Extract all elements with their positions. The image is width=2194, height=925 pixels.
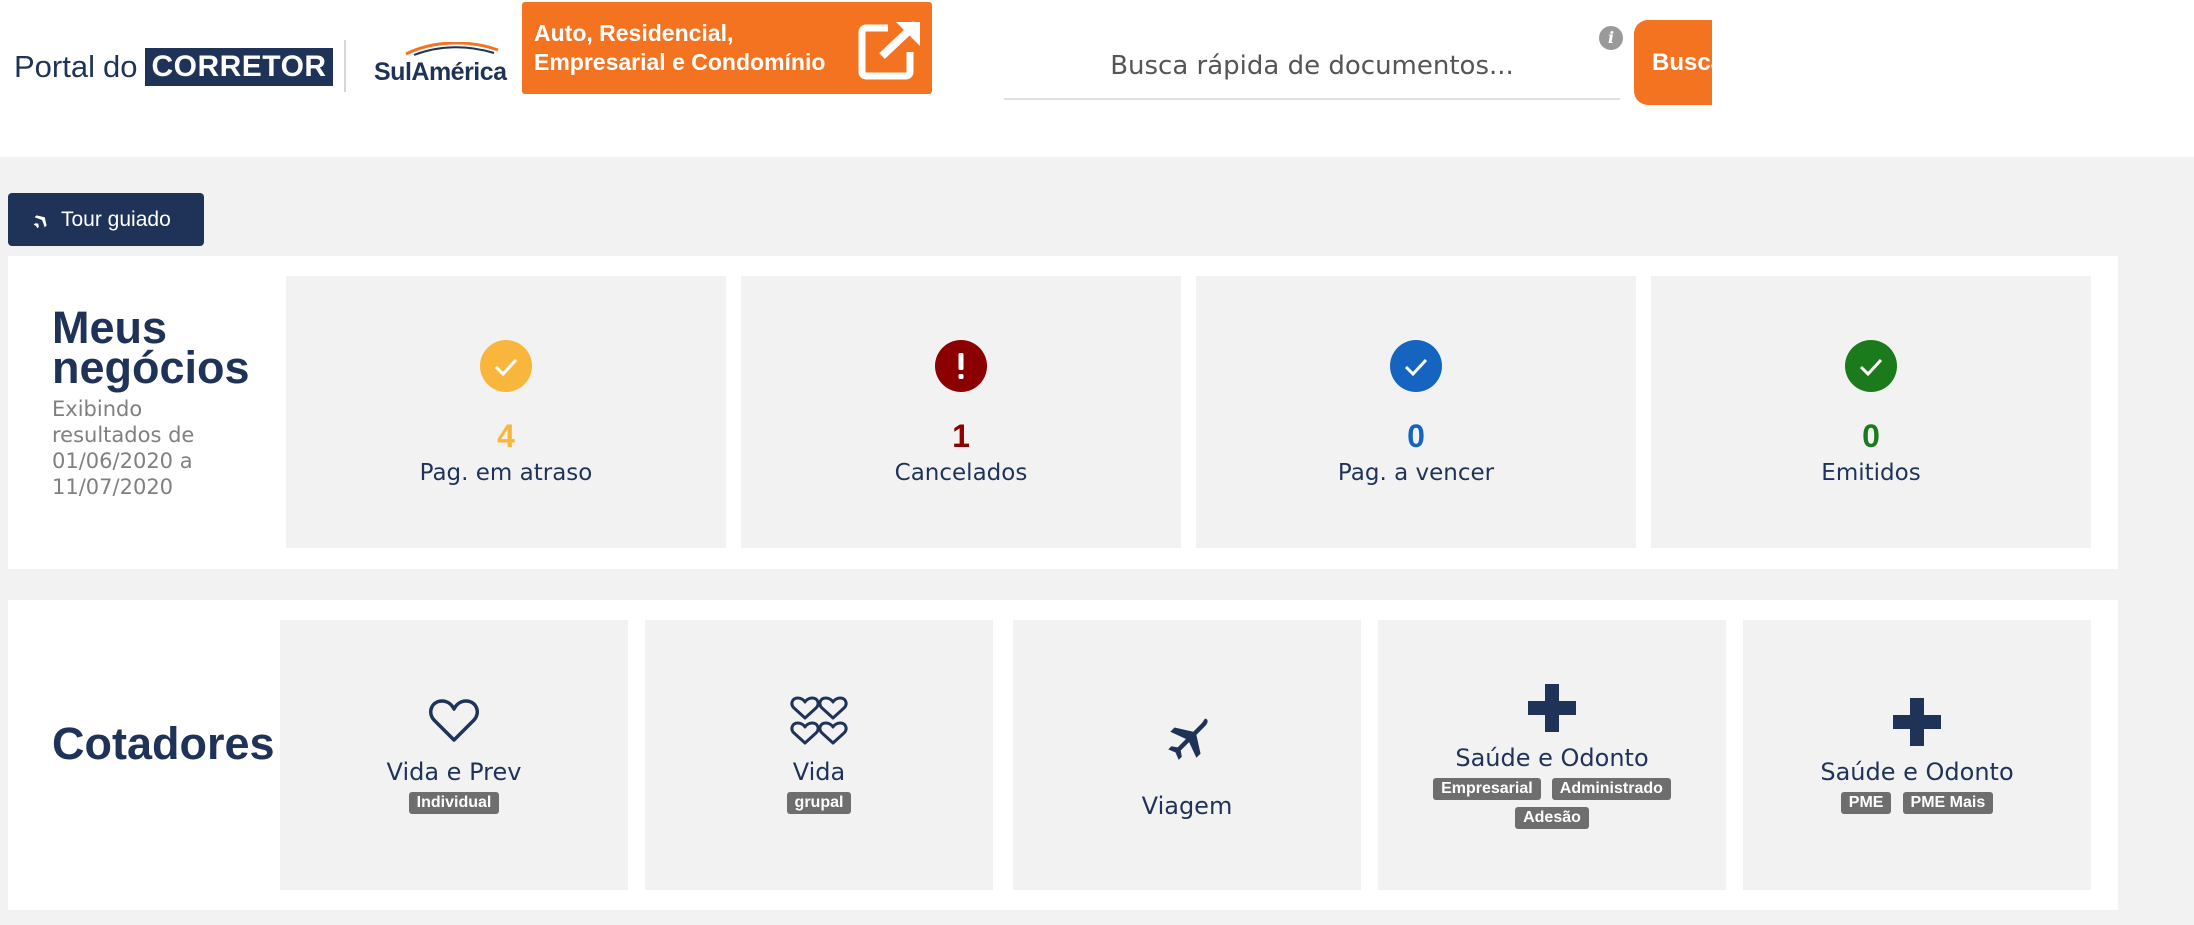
cotador-viagem[interactable]: Viagem [1013,620,1361,890]
cotador-name: Viagem [1141,792,1233,820]
meus-negocios-title: Meus negócios [52,305,250,393]
tour-guiado-label: Tour guiado [61,207,171,231]
document-search-input[interactable] [1004,34,1620,100]
info-icon[interactable]: i [1599,26,1623,50]
title-line-2: negócios [52,342,250,393]
stat-label: Pag. a vencer [1337,460,1495,486]
ext-link-line1: Auto, Residencial, [534,20,734,46]
plane-icon [33,211,51,228]
airplane-icon [1168,718,1208,760]
date-range-subtitle: Exibindo resultados de 01/06/2020 a 11/0… [52,397,195,499]
check-circle-icon [480,340,532,392]
stat-label: Emitidos [1821,460,1921,486]
brand-portal-text: Portal [14,49,95,84]
stat-count: 0 [1862,418,1880,454]
brand-do-text: do [102,49,138,84]
medical-cross-icon [1528,684,1576,732]
tag-administrado: Administrado [1551,778,1671,800]
tag-empresarial: Empresarial [1433,778,1541,800]
cotador-name: Saúde e Odonto [1455,744,1649,772]
stat-card-emitidos[interactable]: 0 Emitidos [1651,276,2091,548]
stat-card-cancelados[interactable]: 1 Cancelados [741,276,1181,548]
cotador-saude-odonto-pme[interactable]: Saúde e Odonto PME PME Mais [1743,620,2091,890]
check-circle-icon [1390,340,1442,392]
stat-card-pag-em-atraso[interactable]: 4 Pag. em atraso [286,276,726,548]
cotador-vida-e-prev[interactable]: Vida e Prev Individual [280,620,628,890]
search-button[interactable]: Busca [1634,20,1712,105]
heart-outline-icon [429,699,479,742]
ext-link-line2: Empresarial e Condomínio [534,49,826,75]
stat-count: 0 [1407,418,1425,454]
stat-label: Cancelados [894,460,1028,486]
sulamerica-swoosh-icon [405,42,499,56]
stat-count: 4 [497,418,515,454]
cotadores-panel: Cotadores Vida e Prev Individual Vida gr… [8,600,2118,910]
brand-corretor-text: CORRETOR [145,48,333,86]
cotador-saude-odonto-empresarial[interactable]: Saúde e Odonto Empresarial Administrado … [1378,620,1726,890]
cotador-tags: grupal [645,792,993,821]
tag-adesao: Adesão [1515,807,1589,829]
sulamerica-logo-text: SulAmérica [374,58,507,86]
meus-negocios-panel: Meus negócios Exibindo resultados de 01/… [8,256,2118,569]
stat-label: Pag. em atraso [419,460,593,486]
cotador-vida-grupal[interactable]: Vida grupal [645,620,993,890]
tour-guiado-button[interactable]: Tour guiado [8,193,204,246]
cotador-name: Saúde e Odonto [1820,758,2014,786]
check-circle-icon [1845,340,1897,392]
cotador-name: Vida e Prev [386,758,522,786]
exclamation-circle-icon [935,340,987,392]
medical-cross-icon [1893,698,1941,746]
sulamerica-logo: SulAmérica [372,38,512,88]
cotador-tags: PME PME Mais [1743,792,2091,821]
stat-card-pag-a-vencer[interactable]: 0 Pag. a vencer [1196,276,1636,548]
cotador-tags: Individual [280,792,628,821]
tag-grupal: grupal [786,792,852,814]
tag-pme: PME [1840,792,1892,814]
tag-individual: Individual [408,792,500,814]
top-header: Portal do CORRETOR SulAmérica Auto, Resi… [0,0,2194,157]
external-link-icon [858,21,920,80]
cotador-tags: Empresarial Administrado Adesão [1422,778,1682,836]
portal-do-corretor-logo[interactable]: Portal do CORRETOR [14,46,333,88]
tag-pme-mais: PME Mais [1902,792,1994,814]
group-hearts-icon [790,696,848,745]
stat-count: 1 [952,418,970,454]
cotadores-title: Cotadores [52,718,275,769]
cotador-name: Vida [792,758,846,786]
header-divider [344,40,346,92]
auto-residencial-link-button[interactable]: Auto, Residencial, Empresarial e Condomí… [522,2,932,94]
